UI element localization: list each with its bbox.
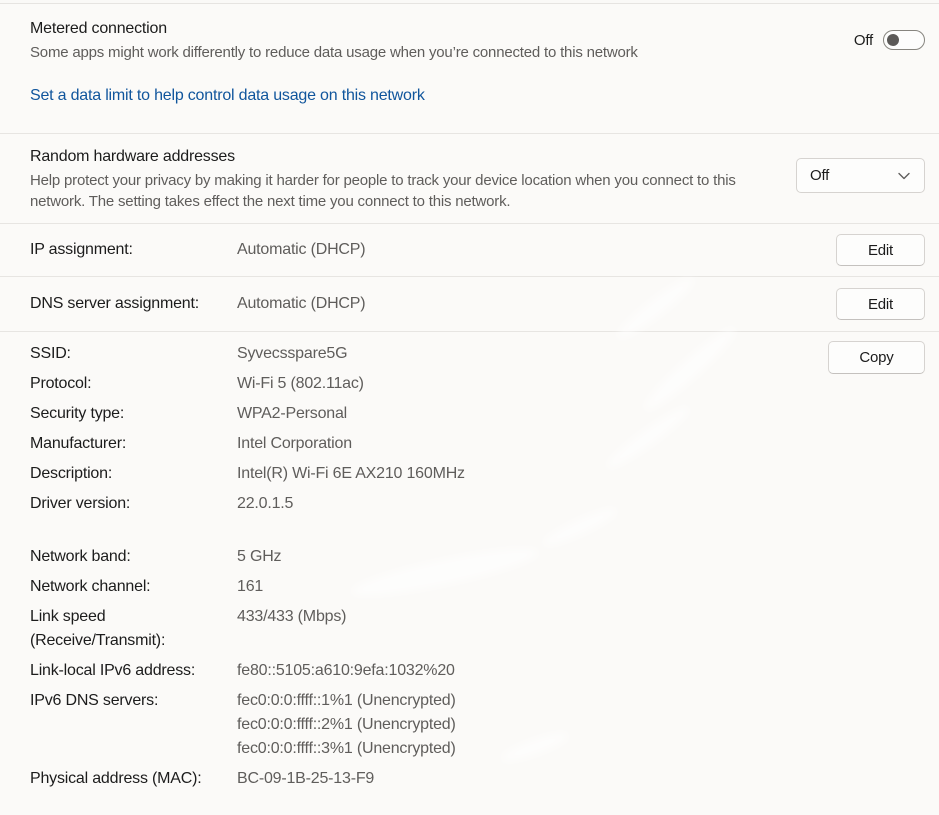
- property-value: Intel(R) Wi-Fi 6E AX210 160MHz: [237, 462, 465, 486]
- property-label: Security type:: [30, 402, 237, 426]
- ip-assignment-label: IP assignment:: [30, 241, 237, 259]
- property-value: 433/433 (Mbps): [237, 605, 346, 629]
- dns-assignment-label: DNS server assignment:: [30, 295, 237, 313]
- ip-assignment-value: Automatic (DHCP): [237, 241, 365, 259]
- metered-toggle-group: Off: [854, 30, 925, 50]
- property-value: fec0:0:0:ffff::1%1 (Unencrypted) fec0:0:…: [237, 689, 456, 761]
- property-value: fe80::5105:a610:9efa:1032%20: [237, 659, 455, 683]
- ipv6-dns-server-line: fec0:0:0:ffff::3%1 (Unencrypted): [237, 737, 456, 761]
- set-data-limit-link[interactable]: Set a data limit to help control data us…: [30, 86, 425, 106]
- metered-connection-description: Some apps might work differently to redu…: [30, 42, 779, 63]
- random-hardware-description: Help protect your privacy by making it h…: [30, 170, 769, 212]
- metered-toggle-switch[interactable]: [883, 30, 925, 50]
- dropdown-selected-value: Off: [810, 167, 829, 184]
- property-row-protocol: Protocol: Wi-Fi 5 (802.11ac): [30, 372, 779, 396]
- property-row-physical-address: Physical address (MAC): BC-09-1B-25-13-F…: [30, 767, 779, 791]
- property-label: Protocol:: [30, 372, 237, 396]
- property-row-link-speed: Link speed (Receive/Transmit): 433/433 (…: [30, 605, 779, 653]
- property-value: BC-09-1B-25-13-F9: [237, 767, 374, 791]
- random-hardware-title: Random hardware addresses: [30, 146, 769, 168]
- network-properties-card: Copy SSID: Syvecsspare5G Protocol: Wi-Fi…: [0, 332, 939, 815]
- property-value: Intel Corporation: [237, 432, 352, 456]
- property-label: Driver version:: [30, 492, 237, 516]
- metered-toggle-state-label: Off: [854, 32, 873, 49]
- property-value: Wi-Fi 5 (802.11ac): [237, 372, 364, 396]
- property-row-ssid: SSID: Syvecsspare5G: [30, 342, 779, 366]
- ipv6-dns-server-line: fec0:0:0:ffff::2%1 (Unencrypted): [237, 713, 456, 737]
- property-label: Link speed (Receive/Transmit):: [30, 605, 237, 653]
- ipv6-dns-server-line: fec0:0:0:ffff::1%1 (Unencrypted): [237, 689, 456, 713]
- ip-assignment-row: IP assignment: Automatic (DHCP) Edit: [0, 224, 939, 277]
- property-row-manufacturer: Manufacturer: Intel Corporation: [30, 432, 779, 456]
- random-hardware-card: Random hardware addresses Help protect y…: [0, 134, 939, 224]
- property-value: 5 GHz: [237, 545, 281, 569]
- random-hardware-dropdown[interactable]: Off: [796, 158, 925, 193]
- metered-connection-title: Metered connection: [30, 18, 779, 40]
- property-value: WPA2-Personal: [237, 402, 347, 426]
- dns-assignment-value: Automatic (DHCP): [237, 295, 365, 313]
- ip-edit-button[interactable]: Edit: [836, 234, 925, 266]
- wifi-properties-page: Metered connection Some apps might work …: [0, 0, 939, 815]
- property-row-ipv6-dns-servers: IPv6 DNS servers: fec0:0:0:ffff::1%1 (Un…: [30, 689, 779, 761]
- property-label: SSID:: [30, 342, 237, 366]
- copy-button[interactable]: Copy: [828, 341, 925, 374]
- property-label: Description:: [30, 462, 237, 486]
- property-label: Physical address (MAC):: [30, 767, 237, 791]
- metered-connection-card: Metered connection Some apps might work …: [0, 4, 939, 134]
- property-row-network-channel: Network channel: 161: [30, 575, 779, 599]
- property-row-network-band: Network band: 5 GHz: [30, 545, 779, 569]
- property-value: Syvecsspare5G: [237, 342, 347, 366]
- property-label: Network band:: [30, 545, 237, 569]
- property-row-security-type: Security type: WPA2-Personal: [30, 402, 779, 426]
- chevron-down-icon: [898, 172, 910, 180]
- property-row-description: Description: Intel(R) Wi-Fi 6E AX210 160…: [30, 462, 779, 486]
- property-row-driver-version: Driver version: 22.0.1.5: [30, 492, 779, 516]
- property-label: Link-local IPv6 address:: [30, 659, 237, 683]
- toggle-knob: [887, 34, 899, 46]
- property-label: IPv6 DNS servers:: [30, 689, 237, 713]
- dns-edit-button[interactable]: Edit: [836, 288, 925, 320]
- property-label: Manufacturer:: [30, 432, 237, 456]
- property-label: Network channel:: [30, 575, 237, 599]
- property-value: 22.0.1.5: [237, 492, 293, 516]
- property-row-link-local-ipv6: Link-local IPv6 address: fe80::5105:a610…: [30, 659, 779, 683]
- property-value: 161: [237, 575, 263, 599]
- dns-assignment-row: DNS server assignment: Automatic (DHCP) …: [0, 277, 939, 332]
